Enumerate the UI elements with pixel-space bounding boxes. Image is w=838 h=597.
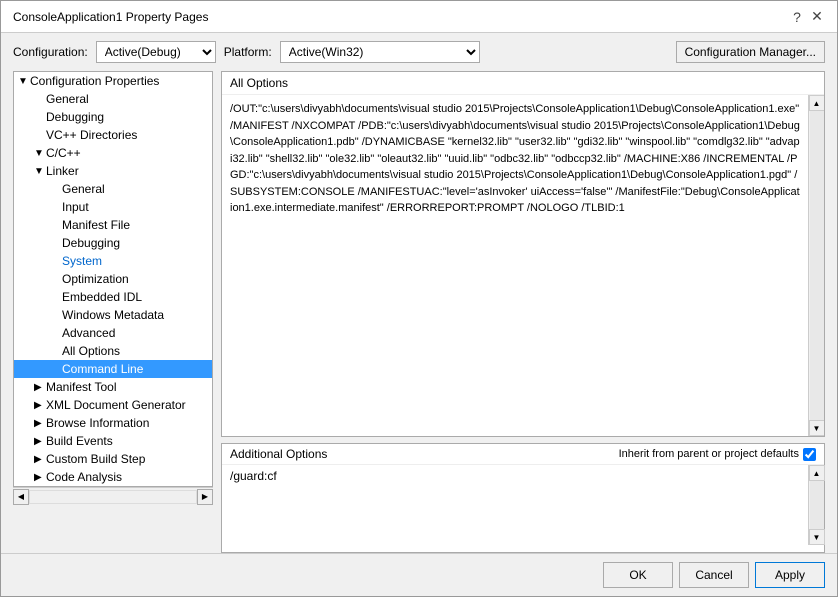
scroll-right-btn[interactable]: ▶ [197, 489, 213, 505]
title-bar: ConsoleApplication1 Property Pages ? ✕ [1, 1, 837, 33]
tree-label-vc-dirs: VC++ Directories [46, 128, 137, 142]
tree-label-xml-gen: XML Document Generator [46, 398, 186, 412]
tree-item-linker-cmdline[interactable]: Command Line [14, 360, 212, 378]
tree-item-linker-allopts[interactable]: All Options [14, 342, 212, 360]
bottom-bar: OK Cancel Apply [1, 553, 837, 596]
tree-item-linker-meta[interactable]: Windows Metadata [14, 306, 212, 324]
tree-toggle-manifest-tool: ▶ [34, 382, 44, 393]
tree-item-browse-info[interactable]: ▶Browse Information [14, 414, 212, 432]
tree-label-general: General [46, 92, 89, 106]
v-scrollbar-additional[interactable]: ▲ ▼ [808, 465, 824, 545]
tree-toggle-code-analysis: ▶ [34, 472, 44, 483]
tree-item-linker-system[interactable]: System [14, 252, 212, 270]
right-panel: All Options /OUT:"c:\users\divyabh\docum… [221, 71, 825, 553]
tree-label-linker-general: General [62, 182, 105, 196]
additional-options-group: Additional Options Inherit from parent o… [221, 443, 825, 553]
config-manager-button[interactable]: Configuration Manager... [676, 41, 825, 63]
tree-item-code-analysis[interactable]: ▶Code Analysis [14, 468, 212, 486]
tree-item-manifest-tool[interactable]: ▶Manifest Tool [14, 378, 212, 396]
tree-label-linker: Linker [46, 164, 79, 178]
tree-label-linker-manifest: Manifest File [62, 218, 130, 232]
tree-label-debugging: Debugging [46, 110, 104, 124]
h-scroll-track[interactable] [29, 490, 197, 504]
tree-label-linker-idl: Embedded IDL [62, 290, 142, 304]
apply-button[interactable]: Apply [755, 562, 825, 588]
scroll-left-btn[interactable]: ◀ [13, 489, 29, 505]
inherit-checkbox[interactable] [803, 448, 816, 461]
close-button[interactable]: ✕ [809, 9, 825, 25]
tree-toggle-browse-info: ▶ [34, 418, 44, 429]
config-select[interactable]: Active(Debug) [96, 41, 216, 63]
v-scroll-track[interactable] [810, 111, 824, 420]
tree-label-config-props: Configuration Properties [30, 74, 159, 88]
tree-label-code-analysis: Code Analysis [46, 470, 122, 484]
tree-item-linker-opt[interactable]: Optimization [14, 270, 212, 288]
title-controls: ? ✕ [789, 9, 825, 25]
tree-label-cpp: C/C++ [46, 146, 81, 160]
tree-toggle-config-props: ▼ [18, 76, 28, 87]
add-scroll-down-btn[interactable]: ▼ [809, 529, 825, 545]
inherit-label: Inherit from parent or project defaults [619, 448, 799, 460]
scroll-down-btn[interactable]: ▼ [809, 420, 825, 436]
all-options-header: All Options [222, 72, 824, 95]
tree-item-custom-build[interactable]: ▶Custom Build Step [14, 450, 212, 468]
tree-item-xml-gen[interactable]: ▶XML Document Generator [14, 396, 212, 414]
tree-label-linker-meta: Windows Metadata [62, 308, 164, 322]
tree-item-linker-advanced[interactable]: Advanced [14, 324, 212, 342]
tree-label-linker-debug: Debugging [62, 236, 120, 250]
additional-scroll-area: /guard:cf ▲ ▼ [222, 465, 824, 545]
tree-toggle-build-events: ▶ [34, 436, 44, 447]
tree-item-linker-manifest[interactable]: Manifest File [14, 216, 212, 234]
tree-item-config-props[interactable]: ▼Configuration Properties [14, 72, 212, 90]
tree-item-debugging[interactable]: Debugging [14, 108, 212, 126]
tree-item-vc-dirs[interactable]: VC++ Directories [14, 126, 212, 144]
tree-label-manifest-tool: Manifest Tool [46, 380, 116, 394]
h-scrollbar[interactable]: ◀ ▶ [13, 487, 213, 505]
tree-label-linker-system: System [62, 254, 102, 268]
tree-item-cpp[interactable]: ▼C/C++ [14, 144, 212, 162]
tree-label-linker-allopts: All Options [62, 344, 120, 358]
tree-item-linker-input[interactable]: Input [14, 198, 212, 216]
dialog-title: ConsoleApplication1 Property Pages [13, 10, 208, 24]
tree-toggle-custom-build: ▶ [34, 454, 44, 465]
config-label: Configuration: [13, 45, 88, 59]
tree-label-linker-opt: Optimization [62, 272, 129, 286]
tree-label-custom-build: Custom Build Step [46, 452, 145, 466]
tree-item-linker[interactable]: ▼Linker [14, 162, 212, 180]
additional-header-row: Additional Options Inherit from parent o… [222, 444, 824, 465]
tree-toggle-linker: ▼ [34, 166, 44, 177]
tree-item-linker-general[interactable]: General [14, 180, 212, 198]
tree-item-linker-idl[interactable]: Embedded IDL [14, 288, 212, 306]
options-scroll-area: /OUT:"c:\users\divyabh\documents\visual … [222, 95, 824, 436]
main-content: ▼Configuration PropertiesGeneralDebuggin… [1, 71, 837, 553]
scroll-up-btn[interactable]: ▲ [809, 95, 825, 111]
property-pages-dialog: ConsoleApplication1 Property Pages ? ✕ C… [0, 0, 838, 597]
tree-label-linker-cmdline: Command Line [62, 362, 143, 376]
tree-toggle-cpp: ▼ [34, 148, 44, 159]
add-v-scroll-track[interactable] [810, 481, 824, 529]
inherit-row: Inherit from parent or project defaults [619, 448, 816, 461]
tree-label-build-events: Build Events [46, 434, 113, 448]
help-button[interactable]: ? [789, 9, 805, 25]
platform-select[interactable]: Active(Win32) [280, 41, 480, 63]
all-options-group: All Options /OUT:"c:\users\divyabh\docum… [221, 71, 825, 437]
tree-label-browse-info: Browse Information [46, 416, 149, 430]
tree-label-linker-advanced: Advanced [62, 326, 115, 340]
tree-item-linker-debug[interactable]: Debugging [14, 234, 212, 252]
config-bar: Configuration: Active(Debug) Platform: A… [1, 33, 837, 71]
cancel-button[interactable]: Cancel [679, 562, 749, 588]
tree-item-general[interactable]: General [14, 90, 212, 108]
tree-toggle-xml-gen: ▶ [34, 400, 44, 411]
additional-options-header: Additional Options [230, 447, 327, 461]
tree-item-build-events[interactable]: ▶Build Events [14, 432, 212, 450]
v-scrollbar-options[interactable]: ▲ ▼ [808, 95, 824, 436]
additional-options-value: /guard:cf [222, 465, 808, 545]
tree-label-linker-input: Input [62, 200, 89, 214]
ok-button[interactable]: OK [603, 562, 673, 588]
add-scroll-up-btn[interactable]: ▲ [809, 465, 825, 481]
tree-panel: ▼Configuration PropertiesGeneralDebuggin… [13, 71, 213, 487]
all-options-content: /OUT:"c:\users\divyabh\documents\visual … [222, 95, 808, 436]
platform-label: Platform: [224, 45, 272, 59]
